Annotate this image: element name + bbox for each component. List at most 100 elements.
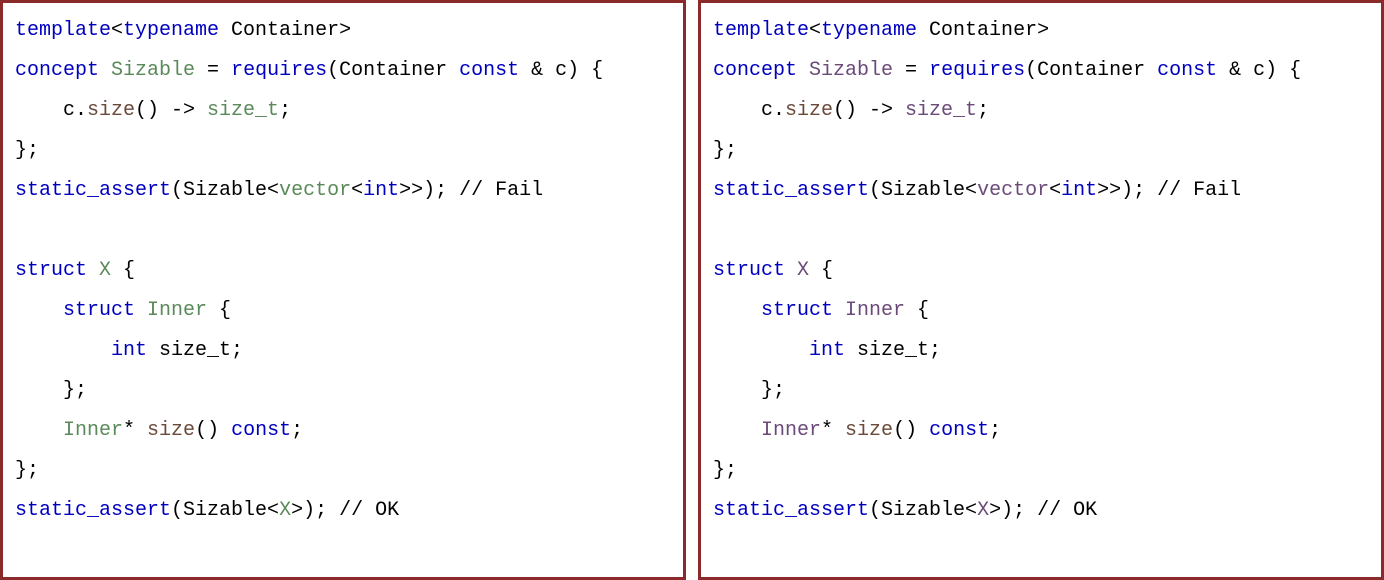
kw-requires: requires (929, 59, 1025, 82)
close-brace: }; (713, 459, 737, 482)
type-x: X (977, 499, 989, 522)
angle-open: < (351, 179, 363, 202)
angle-open: < (1049, 179, 1061, 202)
type-vector: vector (977, 179, 1049, 202)
indent: c. (15, 99, 87, 122)
params-rest: & c) { (1217, 59, 1301, 82)
sa-close: >); (291, 499, 339, 522)
paren: () (195, 419, 231, 442)
kw-requires: requires (231, 59, 327, 82)
kw-template: template (15, 19, 111, 42)
kw-struct: struct (761, 299, 833, 322)
fn-size: size (87, 99, 135, 122)
angle-close: > (339, 19, 351, 42)
semi: ; (279, 99, 291, 122)
type-container: Container (917, 19, 1037, 42)
kw-struct: struct (713, 259, 785, 282)
type-x: X (87, 259, 123, 282)
eq: = (207, 59, 231, 82)
semi: ; (977, 99, 989, 122)
indent (15, 339, 111, 362)
fn-size: size (147, 419, 195, 442)
arrow: () -> (833, 99, 905, 122)
comment-fail: // Fail (1157, 179, 1241, 202)
close-brace: }; (15, 139, 39, 162)
kw-int: int (809, 339, 845, 362)
type-sizet: size_t (207, 99, 279, 122)
kw-typename: typename (123, 19, 219, 42)
concept-name: Sizable (99, 59, 207, 82)
params-open: (Container (1025, 59, 1157, 82)
sa-close: >>); (1097, 179, 1157, 202)
angle-close: > (1037, 19, 1049, 42)
sa-open: (Sizable< (171, 179, 279, 202)
sa-open: (Sizable< (869, 179, 977, 202)
code-block-left: template<typename Container> concept Siz… (0, 0, 686, 580)
semi: ; (989, 419, 1001, 442)
angle-open: < (809, 19, 821, 42)
type-vector: vector (279, 179, 351, 202)
code-block-right: template<typename Container> concept Siz… (698, 0, 1384, 580)
star: * (821, 419, 845, 442)
type-inner: Inner (833, 299, 917, 322)
kw-const: const (929, 419, 989, 442)
kw-int: int (111, 339, 147, 362)
sa-close: >>); (399, 179, 459, 202)
indent (713, 419, 761, 442)
comment-ok: // OK (339, 499, 399, 522)
indent (713, 339, 809, 362)
indent (713, 299, 761, 322)
type-inner: Inner (63, 419, 123, 442)
params-open: (Container (327, 59, 459, 82)
kw-const: const (459, 59, 519, 82)
kw-static-assert: static_assert (713, 499, 869, 522)
kw-static-assert: static_assert (15, 499, 171, 522)
type-sizet: size_t (905, 99, 977, 122)
type-inner: Inner (135, 299, 219, 322)
sa-open: (Sizable< (869, 499, 977, 522)
indent (15, 299, 63, 322)
indent (15, 419, 63, 442)
kw-struct: struct (63, 299, 135, 322)
arrow: () -> (135, 99, 207, 122)
member-sizet: size_t; (147, 339, 243, 362)
kw-static-assert: static_assert (15, 179, 171, 202)
kw-const: const (231, 419, 291, 442)
concept-name: Sizable (797, 59, 905, 82)
params-rest: & c) { (519, 59, 603, 82)
indent: c. (713, 99, 785, 122)
kw-const: const (1157, 59, 1217, 82)
type-x: X (279, 499, 291, 522)
comment-fail: // Fail (459, 179, 543, 202)
star: * (123, 419, 147, 442)
kw-concept: concept (15, 59, 99, 82)
kw-struct: struct (15, 259, 87, 282)
angle-open: < (111, 19, 123, 42)
kw-concept: concept (713, 59, 797, 82)
kw-int: int (1061, 179, 1097, 202)
eq: = (905, 59, 929, 82)
type-x: X (785, 259, 821, 282)
brace-open: { (917, 299, 929, 322)
fn-size: size (785, 99, 833, 122)
type-inner: Inner (761, 419, 821, 442)
kw-static-assert: static_assert (713, 179, 869, 202)
close-brace: }; (713, 139, 737, 162)
sa-open: (Sizable< (171, 499, 279, 522)
close-brace: }; (713, 379, 785, 402)
close-brace: }; (15, 459, 39, 482)
fn-size: size (845, 419, 893, 442)
brace-open: { (821, 259, 833, 282)
type-container: Container (219, 19, 339, 42)
paren: () (893, 419, 929, 442)
sa-close: >); (989, 499, 1037, 522)
close-brace: }; (15, 379, 87, 402)
kw-template: template (713, 19, 809, 42)
comment-ok: // OK (1037, 499, 1097, 522)
brace-open: { (219, 299, 231, 322)
brace-open: { (123, 259, 135, 282)
kw-typename: typename (821, 19, 917, 42)
kw-int: int (363, 179, 399, 202)
member-sizet: size_t; (845, 339, 941, 362)
semi: ; (291, 419, 303, 442)
